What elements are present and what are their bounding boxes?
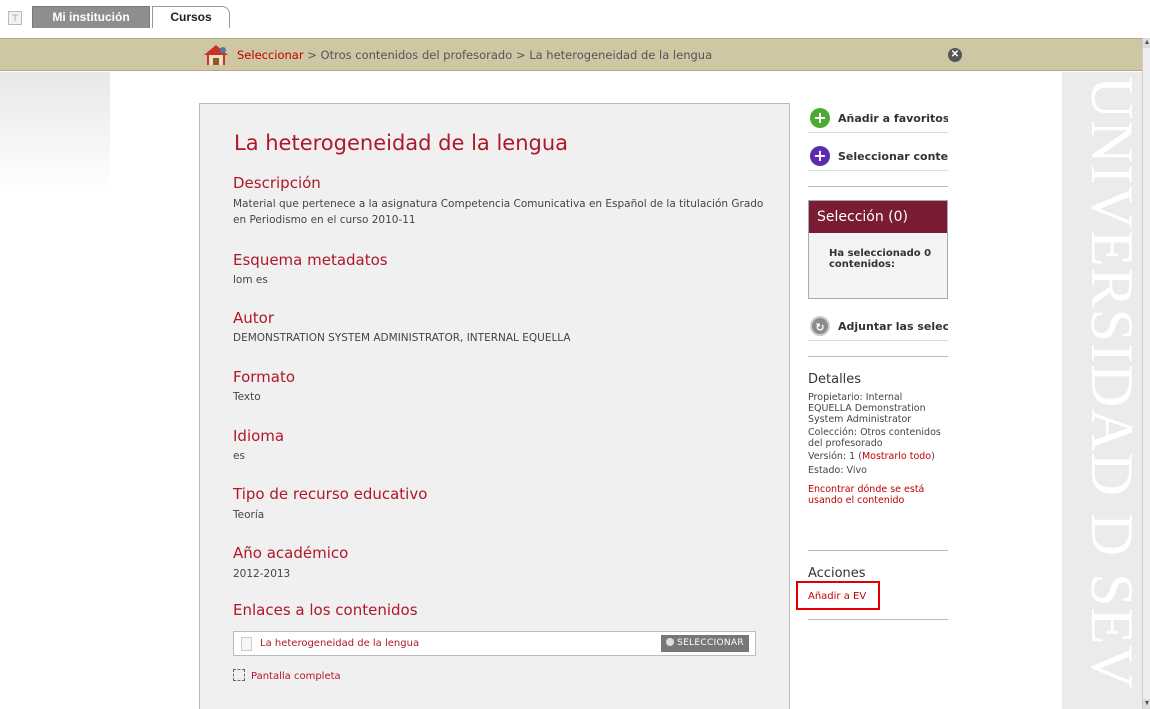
show-all-link[interactable]: Mostrarlo todo <box>862 451 931 462</box>
field-value-idioma: es <box>233 450 245 462</box>
tab-cursos[interactable]: Cursos <box>152 6 230 28</box>
add-favorites-button[interactable]: + Añadir a favoritos <box>808 103 948 133</box>
plus-icon: + <box>810 108 830 128</box>
field-label-anio-academico: Año académico <box>233 544 349 562</box>
field-label-descripcion: Descripción <box>233 174 321 192</box>
field-value-descripcion: Material que pertenece a la asignatura C… <box>233 198 764 226</box>
selection-body: Ha seleccionado 0 contenidos: <box>829 248 932 270</box>
version-prefix: Versión: 1 ( <box>808 451 862 462</box>
field-label-esquema: Esquema metadatos <box>233 251 388 269</box>
select-button-label: SELECCIONAR <box>677 638 744 648</box>
fullscreen-icon <box>233 669 245 681</box>
scroll-up-icon[interactable]: ▲ <box>1143 38 1150 48</box>
details-status: Estado: Vivo <box>808 465 867 476</box>
university-watermark: UNIVERSIDAD D SEV <box>1079 76 1145 690</box>
breadcrumb-path: > Otros contenidos del profesorado > La … <box>303 48 713 62</box>
actions-heading: Acciones <box>808 566 866 581</box>
breadcrumb: Seleccionar > Otros contenidos del profe… <box>237 48 712 62</box>
close-icon[interactable]: ✕ <box>948 48 962 62</box>
links-heading: Enlaces a los contenidos <box>233 601 418 619</box>
plus-icon: + <box>810 146 830 166</box>
scroll-down-icon[interactable]: ▼ <box>1143 699 1150 709</box>
top-tab-bar: ⊤ Mi institución Cursos <box>0 0 1150 34</box>
field-value-anio-academico: 2012-2013 <box>233 568 291 580</box>
content-link[interactable]: La heterogeneidad de la lengua <box>260 638 419 649</box>
add-favorites-label: Añadir a favoritos <box>838 112 948 125</box>
field-value-tipo-recurso: Teoría <box>233 509 265 521</box>
plus-icon <box>666 638 675 646</box>
left-shade <box>0 72 110 192</box>
details-owner: Propietario: Internal EQUELLA Demonstrat… <box>808 392 926 425</box>
version-suffix: ) <box>931 451 935 462</box>
field-label-autor: Autor <box>233 309 274 327</box>
tab-mi-institucion[interactable]: Mi institución <box>32 6 150 28</box>
details-collection: Colección: Otros contenidos del profesor… <box>808 427 941 449</box>
add-ev-link[interactable]: Añadir a EV <box>808 591 866 602</box>
details-heading: Detalles <box>808 372 862 387</box>
field-label-formato: Formato <box>233 368 296 386</box>
add-ev-highlight[interactable]: Añadir a EV <box>796 581 880 610</box>
attach-selection-button[interactable]: ↻ Adjuntar las selecciones <box>808 311 948 341</box>
field-value-esquema: lom es <box>233 274 268 286</box>
divider <box>808 619 948 620</box>
content-link-row: La heterogeneidad de la lengua SELECCION… <box>233 631 756 656</box>
field-label-idioma: Idioma <box>233 427 285 445</box>
attach-selection-label: Adjuntar las selecciones <box>838 320 948 333</box>
select-content-button[interactable]: SELECCIONAR <box>661 635 749 652</box>
document-icon <box>241 637 252 651</box>
home-icon[interactable] <box>203 44 229 66</box>
select-content-side-button[interactable]: + Seleccionar contenido <box>808 141 948 171</box>
page-title: La heterogeneidad de la lengua <box>234 131 569 155</box>
divider <box>808 186 948 187</box>
menu-icon[interactable]: ⊤ <box>8 11 22 25</box>
divider <box>808 356 948 357</box>
field-value-formato: Texto <box>233 391 261 403</box>
refresh-icon: ↻ <box>810 316 830 336</box>
breadcrumb-bar: Seleccionar > Otros contenidos del profe… <box>0 38 1142 71</box>
fullscreen-link[interactable]: Pantalla completa <box>233 669 341 682</box>
details-version: Versión: 1 (Mostrarlo todo) <box>808 451 948 462</box>
selection-title: Selección (0) <box>809 201 947 233</box>
selection-box: Selección (0) Ha seleccionado 0 contenid… <box>808 200 948 299</box>
breadcrumb-link-seleccionar[interactable]: Seleccionar <box>237 48 304 62</box>
divider <box>808 550 948 551</box>
field-label-tipo-recurso: Tipo de recurso educativo <box>233 485 428 503</box>
find-usage-link[interactable]: Encontrar dónde se está usando el conten… <box>808 484 948 506</box>
field-value-autor: DEMONSTRATION SYSTEM ADMINISTRATOR, INTE… <box>233 332 571 344</box>
scrollbar[interactable]: ▲ ▼ <box>1142 38 1150 709</box>
select-content-label: Seleccionar contenido <box>838 150 948 163</box>
item-content-panel: La heterogeneidad de la lengua Descripci… <box>199 103 790 709</box>
fullscreen-label: Pantalla completa <box>251 671 341 682</box>
